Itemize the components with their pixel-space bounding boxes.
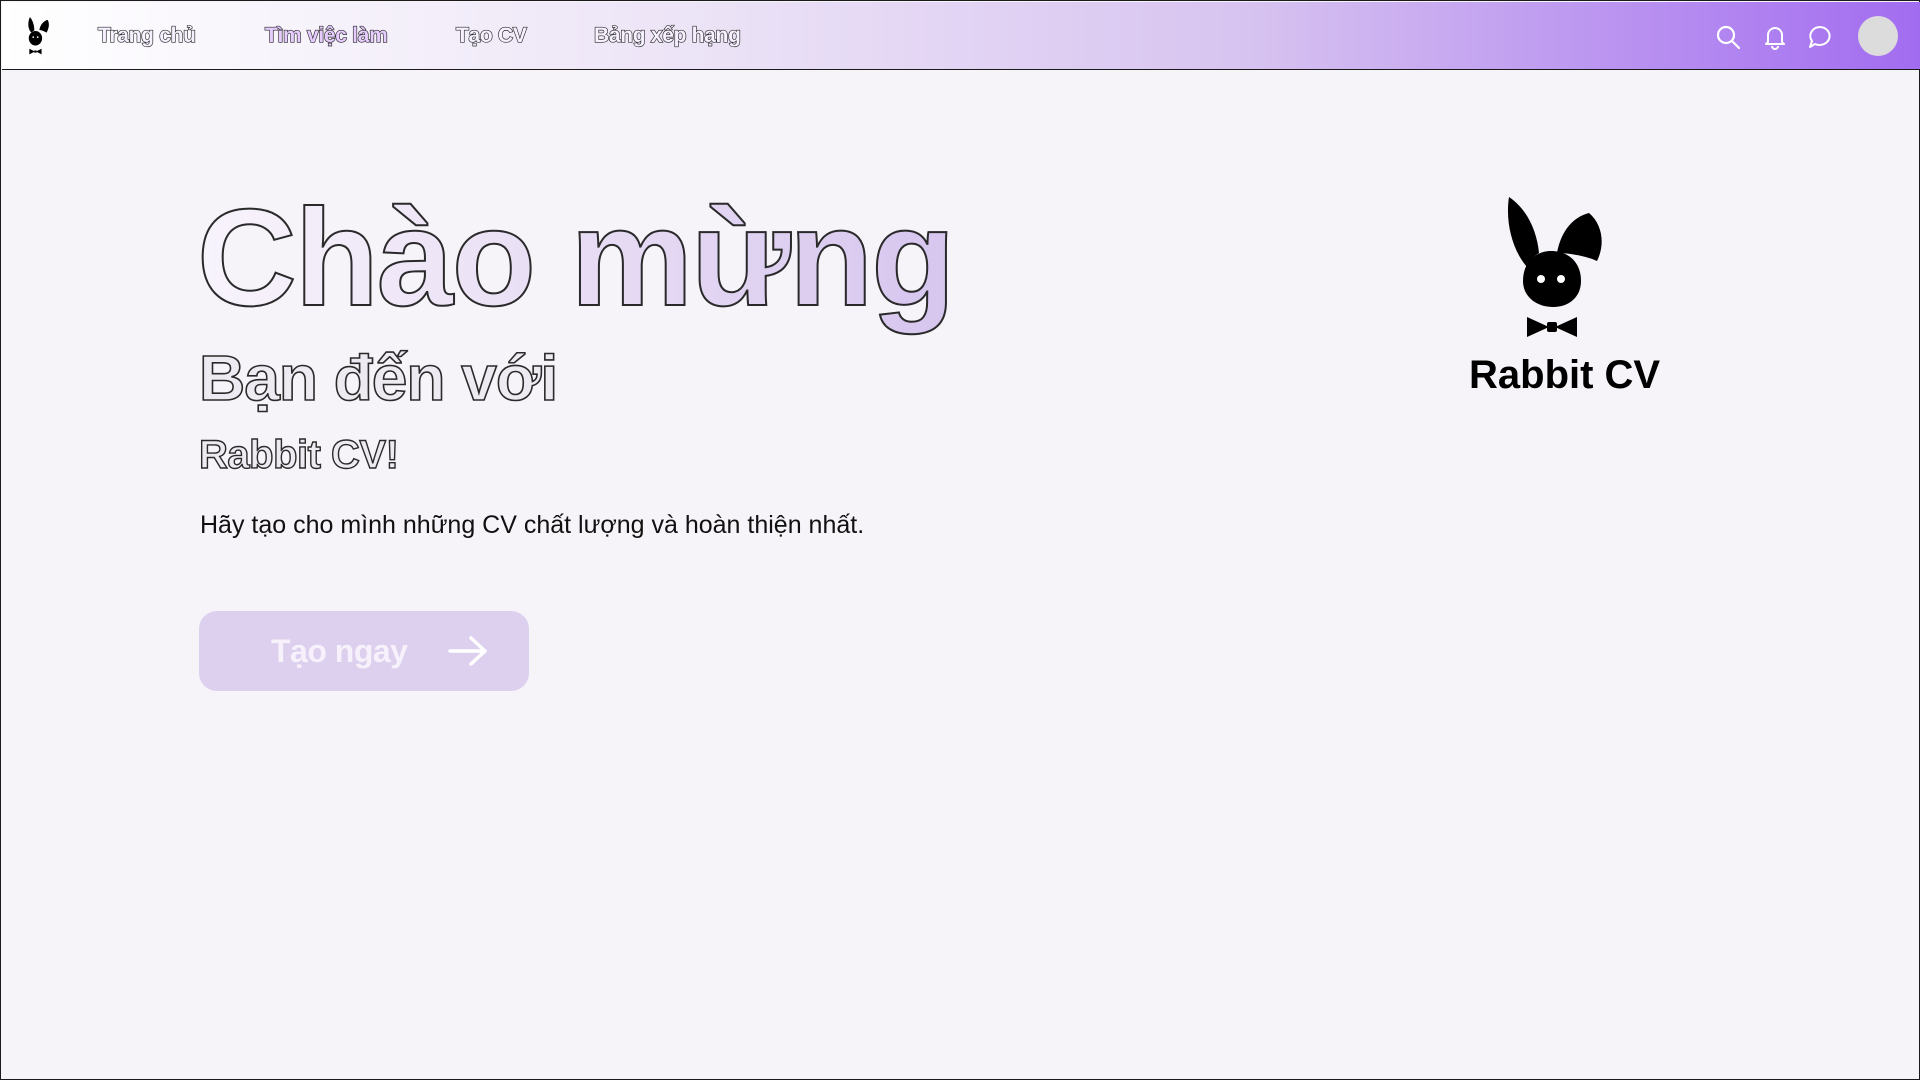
create-now-button[interactable]: Tạo ngay [199,611,529,691]
bell-icon[interactable] [1762,24,1788,50]
rabbit-logo-icon[interactable] [20,16,52,56]
nav-item-find-jobs[interactable]: Tìm việc làm [264,23,388,48]
nav-item-leaderboard[interactable]: Bảng xếp hạng [593,23,741,48]
rabbit-logo-icon [1507,197,1602,337]
hero-title: Chào mừng [196,179,957,338]
arrow-right-icon [448,636,487,666]
create-now-label: Tạo ngay [271,632,408,669]
hero-description: Hãy tạo cho mình những CV chất lượng và … [200,511,865,539]
hero-brand: Rabbit CV! [198,432,399,477]
nav-item-create-cv[interactable]: Tạo CV [455,23,527,48]
avatar[interactable] [1858,16,1898,56]
hero-subtitle: Bạn đến với [198,341,559,415]
nav-item-home[interactable]: Trang chủ [97,23,196,48]
search-icon[interactable] [1715,24,1741,50]
chat-icon[interactable] [1807,24,1833,50]
app-frame: Trang chủ Tìm việc làm Tạo CV Bảng xếp h… [0,0,1920,1080]
top-navbar: Trang chủ Tìm việc làm Tạo CV Bảng xếp h… [2,2,1920,70]
brand-logo-text: Rabbit CV [1469,353,1661,397]
